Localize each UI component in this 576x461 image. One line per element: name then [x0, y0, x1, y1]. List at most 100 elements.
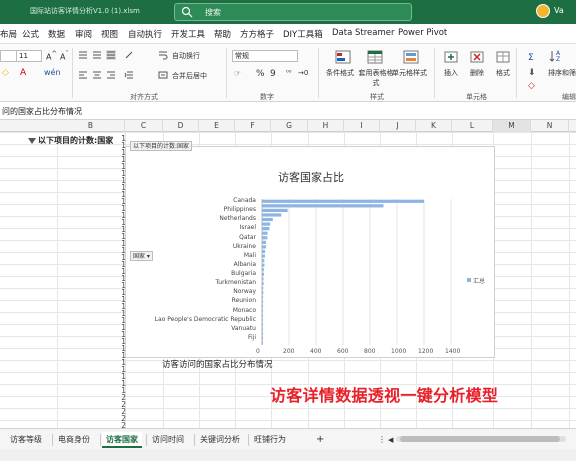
sheet-tab-visitor-level[interactable]: 访客等级 [6, 432, 46, 448]
menu-item-data[interactable]: 数据 [48, 28, 65, 40]
format-label[interactable]: 格式 [496, 68, 510, 78]
menu-item-developer[interactable]: 开发工具 [171, 28, 205, 40]
conditional-format-icon[interactable] [334, 50, 352, 66]
menu-item-help[interactable]: 帮助 [214, 28, 231, 40]
col-header-c[interactable]: C [125, 120, 163, 132]
chart-bar[interactable] [262, 277, 264, 281]
delete-cells-icon[interactable] [468, 50, 486, 66]
chart-bar[interactable] [262, 268, 264, 272]
chart-bar[interactable] [262, 313, 263, 317]
chart-bar[interactable] [262, 286, 264, 290]
chart-bar[interactable] [262, 217, 273, 222]
wrap-text-icon[interactable] [158, 50, 168, 60]
menu-item-layout[interactable]: 布局 [0, 28, 17, 40]
country-field-button[interactable]: 国家 ▾ [130, 251, 153, 261]
chart-bar[interactable] [262, 199, 424, 203]
pivot-row-header[interactable]: 以下项目的计数:国家 [38, 135, 113, 146]
shrink-font-icon[interactable]: Aˇ [60, 50, 69, 62]
chart-bar[interactable] [262, 249, 266, 254]
col-header-b[interactable]: B [57, 120, 125, 132]
col-header-k[interactable]: K [416, 120, 452, 132]
chart-bar[interactable] [262, 272, 265, 276]
sheet-tab-visit-time[interactable]: 访问时间 [148, 432, 188, 448]
col-header-f[interactable]: F [235, 120, 271, 132]
col-header-j[interactable]: J [380, 120, 416, 132]
user-avatar-icon[interactable] [536, 4, 550, 18]
merge-center-icon[interactable] [158, 70, 168, 80]
chart-bar[interactable] [262, 304, 263, 308]
search-box[interactable]: 搜索 [174, 3, 412, 21]
orientation-icon[interactable] [124, 50, 134, 60]
autosum-icon[interactable]: Σ [528, 53, 534, 63]
sheet-tab-keyword[interactable]: 关键词分析 [196, 432, 244, 448]
pivot-chart[interactable]: 访客国家占比 Canada Philippines Netherlands Israe… [125, 146, 495, 358]
fill-color-icon[interactable]: ◇ [2, 68, 9, 78]
table-format-label[interactable]: 套用表格格式 [358, 68, 394, 88]
col-header-e[interactable]: E [199, 120, 235, 132]
chart-bar[interactable] [262, 204, 384, 208]
chart-bar[interactable] [262, 208, 288, 213]
align-left-icon[interactable] [78, 70, 88, 80]
menu-item-diy[interactable]: DIY工具箱 [283, 28, 323, 40]
formula-content[interactable]: 问的国家占比分布情况 [2, 106, 82, 117]
phonetic-icon[interactable]: wén [44, 68, 61, 77]
insert-cells-icon[interactable] [442, 50, 460, 66]
decrease-decimal-icon[interactable]: →0 [298, 69, 308, 77]
worksheet-grid[interactable]: 1111111111111111111111111111111111111222… [0, 132, 576, 428]
chart-bar[interactable] [262, 227, 270, 231]
chart-bar[interactable] [262, 258, 265, 263]
chart-bar[interactable] [262, 327, 263, 331]
user-name[interactable]: Va [554, 6, 564, 15]
cell-styles-label[interactable]: 单元格样式 [392, 68, 427, 78]
percent-button[interactable]: % [256, 69, 265, 79]
chart-bar[interactable] [262, 318, 263, 322]
add-sheet-button[interactable]: + [312, 432, 328, 448]
chart-bar[interactable] [262, 331, 263, 336]
fill-icon[interactable]: ⬇ [528, 68, 536, 78]
currency-icon[interactable]: ☞ [234, 69, 241, 78]
conditional-format-label[interactable]: 条件格式 [326, 68, 354, 78]
chart-bar[interactable] [262, 263, 265, 267]
chart-bar[interactable] [262, 213, 282, 217]
col-header-l[interactable]: L [452, 120, 493, 132]
align-top-icon[interactable] [78, 50, 88, 60]
col-header-g[interactable]: G [271, 120, 308, 132]
sort-filter-label[interactable]: 排序和筛选 [548, 68, 576, 78]
col-header-d[interactable]: D [163, 120, 199, 132]
sheet-tab-shop-behavior[interactable]: 旺铺行为 [250, 432, 290, 448]
col-header-i[interactable]: I [344, 120, 380, 132]
chart-bar[interactable] [262, 322, 263, 327]
horizontal-scrollbar[interactable] [396, 436, 566, 442]
chart-bar[interactable] [262, 281, 264, 286]
font-color-icon[interactable]: A [20, 68, 26, 78]
chart-bar[interactable] [262, 336, 263, 340]
chart-bar[interactable] [262, 309, 263, 313]
clear-icon[interactable]: ◇ [528, 81, 535, 91]
insert-label[interactable]: 插入 [444, 68, 458, 78]
font-size-combo[interactable]: 11 [16, 50, 42, 62]
menu-item-datastreamer[interactable]: Data Streamer [332, 28, 394, 38]
menu-item-powerpivot[interactable]: Power Pivot [398, 28, 447, 38]
number-format-combo[interactable]: 常规 [232, 50, 298, 62]
indent-icon[interactable] [124, 70, 134, 80]
format-cells-icon[interactable] [494, 50, 512, 66]
col-header-n[interactable]: N [531, 120, 569, 132]
formula-bar[interactable]: 问的国家占比分布情况 [0, 102, 576, 120]
menu-item-view[interactable]: 视图 [101, 28, 118, 40]
chart-bar[interactable] [262, 245, 267, 249]
col-header-h[interactable]: H [308, 120, 344, 132]
chart-bar[interactable] [262, 290, 264, 295]
chart-bar[interactable] [262, 236, 268, 240]
scrollbar-thumb[interactable] [400, 436, 560, 442]
sheet-tab-visitor-country[interactable]: 访客国家 [102, 432, 142, 448]
align-right-icon[interactable] [106, 70, 116, 80]
align-bottom-icon[interactable] [106, 50, 116, 60]
chart-field-button[interactable]: 以下项目的计数:国家 [130, 141, 193, 151]
chart-bar[interactable] [262, 341, 263, 345]
sheet-tab-ecom-identity[interactable]: 电商身份 [54, 432, 94, 448]
wrap-text-label[interactable]: 自动换行 [172, 51, 200, 61]
menu-item-formula[interactable]: 公式 [22, 28, 39, 40]
collapse-icon[interactable] [28, 138, 36, 144]
menu-item-review[interactable]: 审阅 [75, 28, 92, 40]
comma-button[interactable]: 9 [270, 69, 276, 79]
